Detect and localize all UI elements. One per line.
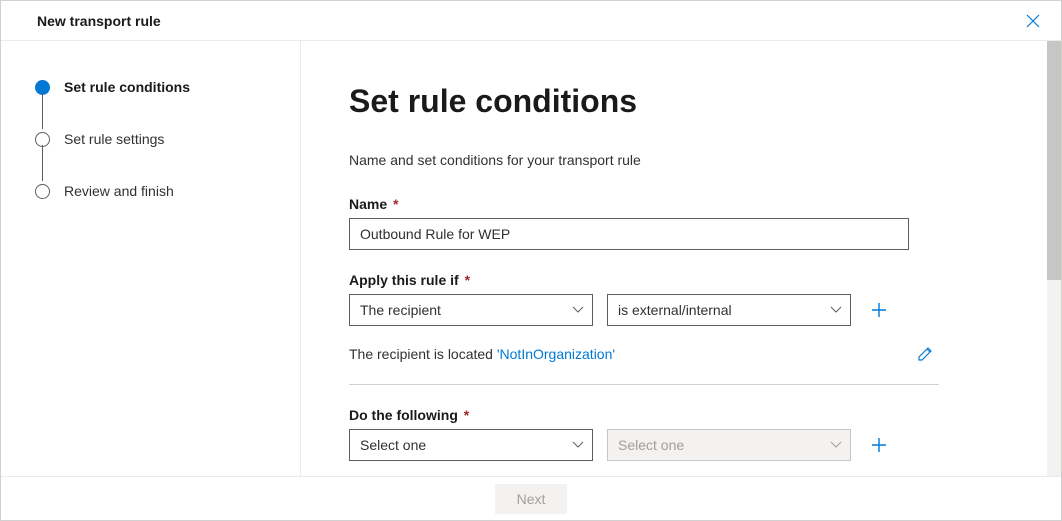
action-predicate-dropdown: Select one xyxy=(607,429,851,461)
apply-rule-label: Apply this rule if * xyxy=(349,272,941,288)
name-field-label: Name * xyxy=(349,196,941,212)
dialog-footer: Next xyxy=(1,476,1061,520)
step-connector-line xyxy=(42,145,43,181)
dialog-body: Set rule conditions Set rule settings Re… xyxy=(1,41,1061,476)
condition-summary-value-link[interactable]: 'NotInOrganization' xyxy=(497,346,615,362)
condition-summary-text: The recipient is located 'NotInOrganizat… xyxy=(349,346,615,362)
action-subject-dropdown[interactable]: Select one xyxy=(349,429,593,461)
condition-summary-prefix: The recipient is located xyxy=(349,346,497,362)
chevron-down-icon xyxy=(830,306,842,314)
step-set-rule-conditions[interactable]: Set rule conditions xyxy=(35,75,280,99)
step-review-and-finish[interactable]: Review and finish xyxy=(35,179,280,203)
required-asterisk: * xyxy=(460,407,469,423)
scrollbar-thumb[interactable] xyxy=(1047,41,1061,280)
page-subtext: Name and set conditions for your transpo… xyxy=(349,152,941,168)
required-asterisk: * xyxy=(389,196,398,212)
close-icon xyxy=(1026,14,1040,28)
dropdown-value: The recipient xyxy=(360,302,441,318)
apply-rule-row: The recipient is external/internal xyxy=(349,294,941,326)
dialog-title: New transport rule xyxy=(37,13,161,29)
step-label: Set rule conditions xyxy=(64,79,190,95)
dropdown-placeholder: Select one xyxy=(618,437,684,453)
close-button[interactable] xyxy=(1019,7,1047,35)
add-condition-button[interactable] xyxy=(865,296,893,324)
main-content: Set rule conditions Name and set conditi… xyxy=(301,41,1061,476)
step-label: Set rule settings xyxy=(64,131,164,147)
step-label: Review and finish xyxy=(64,183,174,199)
step-dot-icon xyxy=(35,184,50,199)
dialog-window: New transport rule Set rule conditions S… xyxy=(0,0,1062,521)
add-action-button[interactable] xyxy=(865,431,893,459)
chevron-down-icon xyxy=(830,441,842,449)
apply-rule-label-text: Apply this rule if xyxy=(349,272,459,288)
do-following-label: Do the following * xyxy=(349,407,941,423)
do-following-row: Select one Select one xyxy=(349,429,941,461)
plus-icon xyxy=(871,302,887,318)
rule-name-input[interactable] xyxy=(349,218,909,250)
plus-icon xyxy=(871,437,887,453)
next-button[interactable]: Next xyxy=(495,484,568,514)
step-set-rule-settings[interactable]: Set rule settings xyxy=(35,127,280,151)
page-heading: Set rule conditions xyxy=(349,83,941,120)
apply-condition-subject-dropdown[interactable]: The recipient xyxy=(349,294,593,326)
wizard-steps-sidebar: Set rule conditions Set rule settings Re… xyxy=(1,41,301,476)
step-connector-line xyxy=(42,93,43,129)
edit-condition-button[interactable] xyxy=(911,340,939,368)
titlebar: New transport rule xyxy=(1,1,1061,41)
scrollbar-track[interactable] xyxy=(1047,41,1061,476)
chevron-down-icon xyxy=(572,306,584,314)
dropdown-value: is external/internal xyxy=(618,302,732,318)
do-following-label-text: Do the following xyxy=(349,407,458,423)
name-field-label-text: Name xyxy=(349,196,387,212)
pencil-icon xyxy=(917,346,933,362)
apply-condition-predicate-dropdown[interactable]: is external/internal xyxy=(607,294,851,326)
condition-summary-row: The recipient is located 'NotInOrganizat… xyxy=(349,340,939,385)
required-asterisk: * xyxy=(461,272,470,288)
dropdown-value: Select one xyxy=(360,437,426,453)
chevron-down-icon xyxy=(572,441,584,449)
